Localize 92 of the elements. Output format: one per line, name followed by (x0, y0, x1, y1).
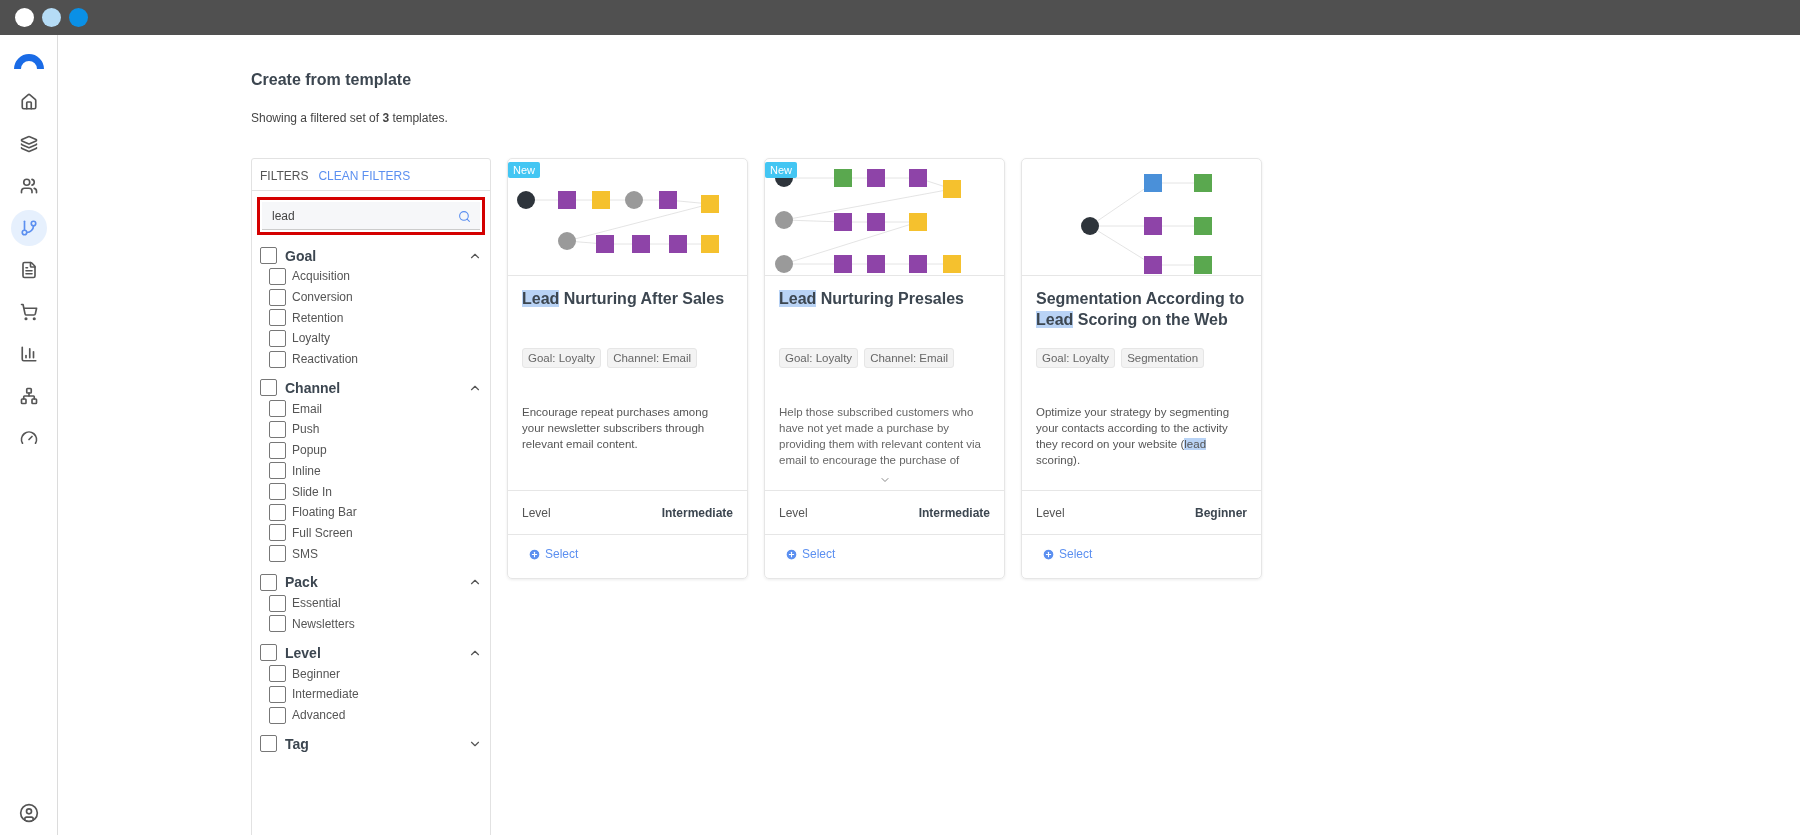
option-label: Email (292, 401, 322, 416)
option-checkbox[interactable] (269, 329, 286, 347)
template-description: Help those subscribed customers who have not yet made a purchase by providing them with relevant content via email to encourage the purchase of (779, 405, 982, 468)
option-label: Newsletters (292, 616, 355, 631)
option-checkbox[interactable] (269, 483, 286, 501)
window-dot-icon[interactable] (69, 8, 88, 27)
search-field[interactable]: lead (262, 202, 480, 230)
branch-icon (19, 219, 38, 237)
level-label: Level (779, 505, 808, 520)
option-label: Slide In (292, 484, 333, 499)
option-label: Retention (292, 310, 344, 325)
level-label: Level (1036, 505, 1065, 520)
group-checkbox[interactable] (260, 379, 277, 397)
option-checkbox[interactable] (269, 615, 286, 633)
select-button[interactable]: Select (785, 547, 836, 561)
tag-chip: Channel: Email (607, 348, 698, 368)
option-label: Full Screen (292, 525, 353, 540)
tag-chip: Goal: Loyalty (522, 348, 602, 368)
new-badge: New (765, 162, 797, 178)
users-icon (19, 177, 38, 195)
option-checkbox[interactable] (269, 441, 286, 459)
group-checkbox[interactable] (260, 573, 277, 591)
option-checkbox[interactable] (269, 309, 286, 327)
sidebar-item[interactable] (10, 210, 47, 246)
results-summary: Showing a filtered set of 3 templates. (251, 111, 449, 125)
tag-chip: Segmentation (1121, 348, 1205, 368)
page-title: Create from template (251, 71, 413, 89)
option-checkbox[interactable] (269, 503, 286, 521)
option-label: Conversion (292, 290, 353, 305)
template-title: Lead Nurturing After Sales (521, 289, 726, 309)
group-label: Level (285, 644, 322, 661)
option-checkbox[interactable] (269, 545, 286, 563)
option-label: Floating Bar (292, 505, 357, 520)
document-icon (19, 261, 38, 279)
hierarchy-icon (19, 387, 38, 405)
option-checkbox[interactable] (269, 524, 286, 542)
group-checkbox[interactable] (260, 644, 277, 662)
option-checkbox[interactable] (269, 420, 286, 438)
group-label: Channel (285, 379, 342, 396)
plus-icon (528, 547, 541, 561)
gauge-icon (19, 429, 38, 447)
template-description: Optimize your strategy by segmenting your contacts according to the activity they record on your website (lead scoring). (1036, 405, 1231, 468)
level-value: Beginner (1195, 505, 1247, 520)
level-value: Intermediate (661, 505, 733, 520)
option-checkbox[interactable] (269, 665, 286, 683)
layers-icon (19, 135, 38, 153)
cart-icon (19, 303, 38, 321)
option-checkbox[interactable] (269, 685, 286, 703)
group-label: Tag (285, 735, 310, 752)
option-checkbox[interactable] (269, 350, 286, 368)
option-checkbox[interactable] (269, 594, 286, 612)
home-icon (19, 93, 38, 111)
option-label: Advanced (292, 708, 346, 723)
option-label: Beginner (292, 666, 341, 681)
logo-icon (13, 53, 44, 69)
plus-icon (785, 547, 798, 561)
window-dot-icon[interactable] (15, 8, 34, 27)
bar-chart-icon (19, 345, 38, 363)
tag-chip: Goal: Loyalty (779, 348, 859, 368)
clean-filters-link[interactable]: CLEAN FILTERS (318, 169, 411, 183)
option-checkbox[interactable] (269, 462, 286, 480)
new-badge: New (508, 162, 540, 178)
template-title: Lead Nurturing Presales (778, 289, 965, 309)
search-icon (458, 210, 471, 223)
option-label: Push (292, 422, 320, 437)
option-label: Reactivation (292, 352, 359, 367)
option-label: Acquisition (292, 269, 351, 284)
plus-icon (1042, 547, 1055, 561)
template-title: Segmentation According to Lead Scoring on the Web (1035, 289, 1246, 330)
option-checkbox[interactable] (269, 267, 286, 285)
tag-chip: Channel: Email (864, 348, 955, 368)
filters-label: FILTERS (260, 169, 309, 183)
tag-chip: Goal: Loyalty (1036, 348, 1116, 368)
select-button[interactable]: Select (528, 547, 579, 561)
group-label: Goal (285, 247, 318, 264)
option-label: Inline (292, 463, 321, 478)
select-button[interactable]: Select (1042, 547, 1093, 561)
option-label: Popup (292, 443, 327, 458)
option-checkbox[interactable] (269, 400, 286, 418)
group-label: Pack (285, 574, 319, 591)
option-checkbox[interactable] (269, 706, 286, 724)
option-label: SMS (292, 546, 318, 561)
option-checkbox[interactable] (269, 288, 286, 306)
level-value: Intermediate (918, 505, 990, 520)
group-checkbox[interactable] (260, 735, 277, 753)
option-label: Essential (292, 596, 341, 611)
group-checkbox[interactable] (260, 247, 277, 264)
template-description: Encourage repeat purchases among your newsletter subscribers through relevant email content. (522, 405, 710, 452)
window-dot-icon[interactable] (42, 8, 61, 27)
option-label: Loyalty (292, 331, 331, 346)
option-label: Intermediate (292, 687, 359, 702)
level-label: Level (522, 505, 551, 520)
